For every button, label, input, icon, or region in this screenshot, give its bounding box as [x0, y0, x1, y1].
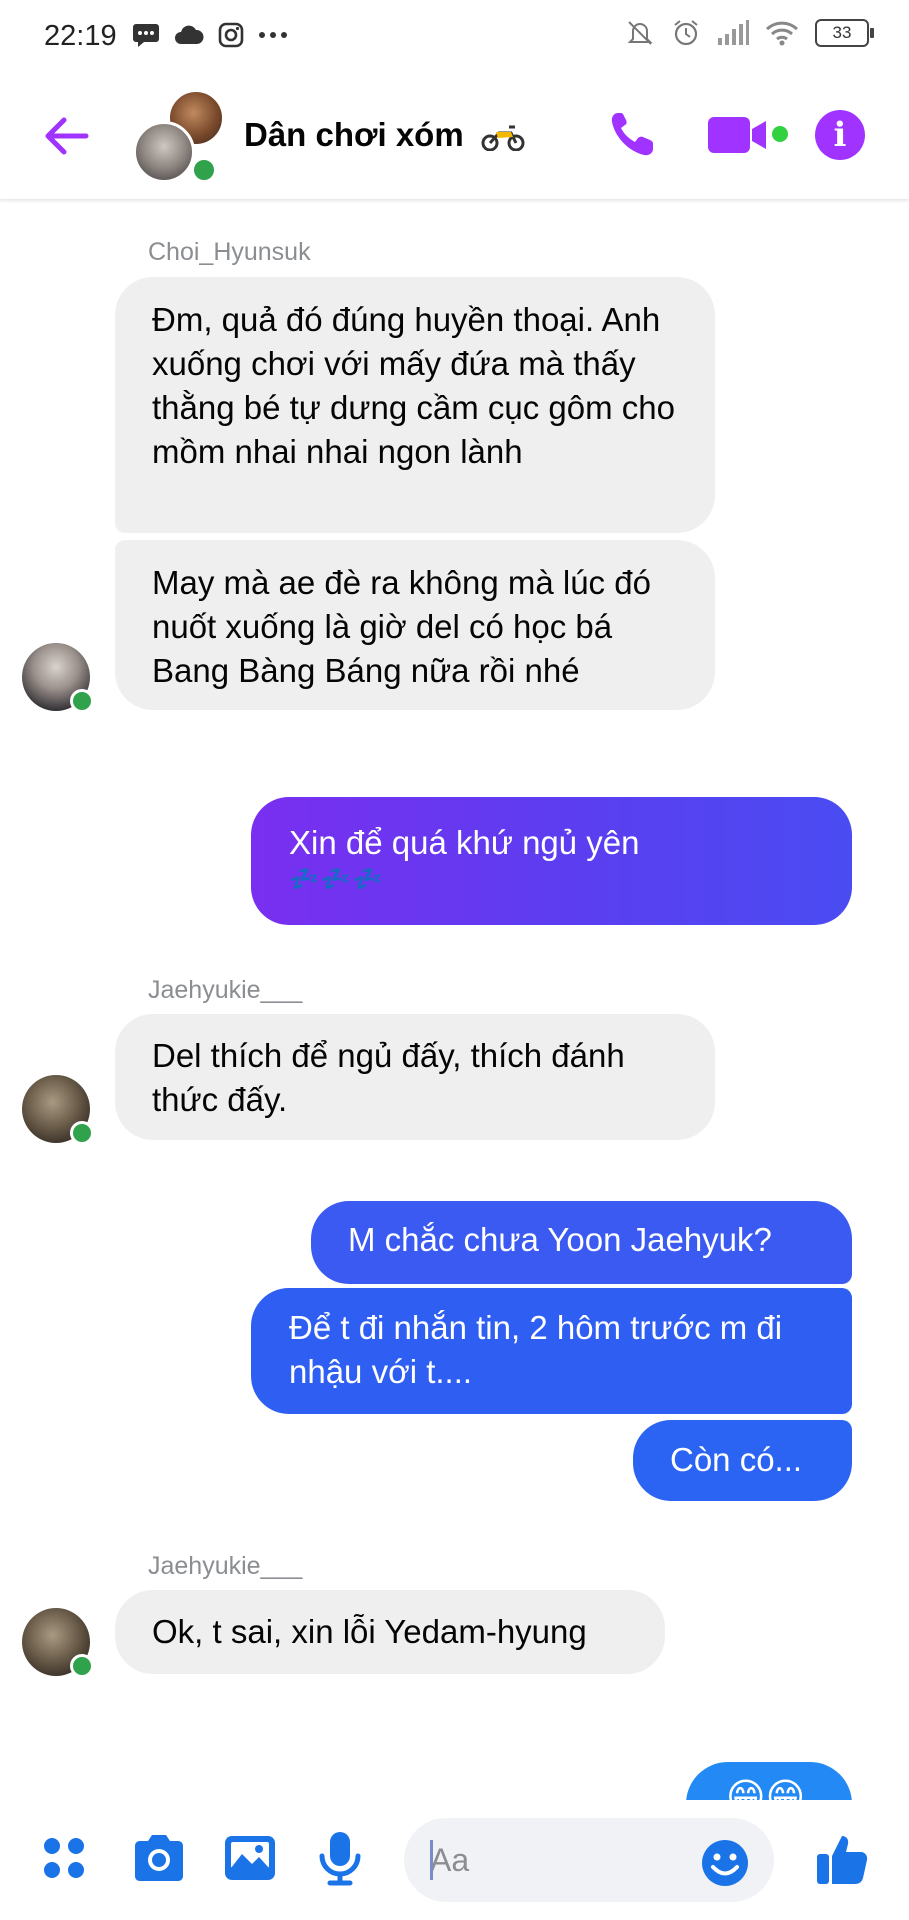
message-icon — [133, 24, 159, 47]
wifi-icon — [765, 21, 799, 46]
outgoing-message[interactable]: Xin để quá khứ ngủ yên 💤💤💤 — [251, 797, 852, 925]
camera-icon[interactable] — [131, 1830, 187, 1886]
online-indicator — [70, 1654, 94, 1678]
status-system-icons: 33 — [625, 18, 874, 48]
online-indicator — [70, 689, 94, 713]
signal-icon — [718, 20, 749, 45]
text-caret — [430, 1840, 433, 1880]
avatar[interactable] — [22, 1075, 94, 1145]
outgoing-message[interactable]: Để t đi nhắn tin, 2 hôm trước m đi nhậu … — [251, 1288, 852, 1414]
online-indicator — [191, 157, 217, 183]
menu-dots-icon[interactable] — [36, 1830, 92, 1886]
alarm-icon — [674, 20, 698, 46]
microphone-icon[interactable] — [312, 1830, 368, 1886]
thumbs-up-icon[interactable] — [815, 1832, 869, 1886]
battery-indicator: 33 — [815, 19, 874, 47]
incoming-message[interactable]: Đm, quả đó đúng huyền thoại. Anh xuống c… — [115, 277, 715, 533]
phone-icon[interactable] — [606, 109, 658, 161]
incoming-message[interactable]: Del thích để ngủ đấy, thích đánh thức đấ… — [115, 1014, 715, 1140]
message-text: Xin để quá khứ ngủ yên — [289, 824, 640, 861]
motorcycle-icon — [481, 125, 525, 152]
message-composer — [0, 1800, 909, 1920]
incoming-message[interactable]: Ok, t sai, xin lỗi Yedam-hyung — [115, 1590, 665, 1674]
more-dots-icon — [259, 32, 287, 38]
back-arrow-icon[interactable] — [42, 111, 92, 161]
outgoing-message[interactable]: M chắc chưa Yoon Jaehyuk? — [311, 1201, 852, 1284]
gallery-icon[interactable] — [222, 1830, 278, 1886]
group-avatar[interactable] — [133, 89, 225, 183]
avatar[interactable] — [22, 1608, 94, 1678]
active-call-indicator — [772, 126, 788, 142]
outgoing-message[interactable]: Còn có... — [633, 1420, 852, 1501]
instagram-icon — [218, 22, 244, 48]
status-notification-icons — [132, 22, 288, 48]
sender-name: Jaehyukie___ — [148, 976, 303, 1004]
online-indicator — [70, 1121, 94, 1145]
info-icon[interactable]: i — [815, 110, 865, 160]
chat-header: Dân chơi xóm i — [0, 75, 909, 199]
avatar — [133, 121, 195, 183]
status-bar: 22:19 33 — [0, 0, 909, 75]
incoming-message[interactable]: May mà ae đè ra không mà lúc đó nuốt xuố… — [115, 540, 715, 710]
sleeping-emoji: 💤💤💤 — [289, 866, 385, 893]
status-time: 22:19 — [44, 20, 117, 52]
video-camera-icon[interactable] — [706, 113, 776, 157]
avatar[interactable] — [22, 643, 94, 713]
cloud-icon — [175, 25, 204, 44]
chat-title[interactable]: Dân chơi xóm — [244, 116, 525, 154]
sender-name: Jaehyukie___ — [148, 1552, 303, 1580]
emoji-icon[interactable] — [700, 1838, 750, 1888]
mute-icon — [627, 21, 653, 45]
battery-level: 33 — [832, 23, 852, 42]
chat-title-text: Dân chơi xóm — [244, 116, 464, 153]
sender-name: Choi_Hyunsuk — [148, 238, 311, 266]
